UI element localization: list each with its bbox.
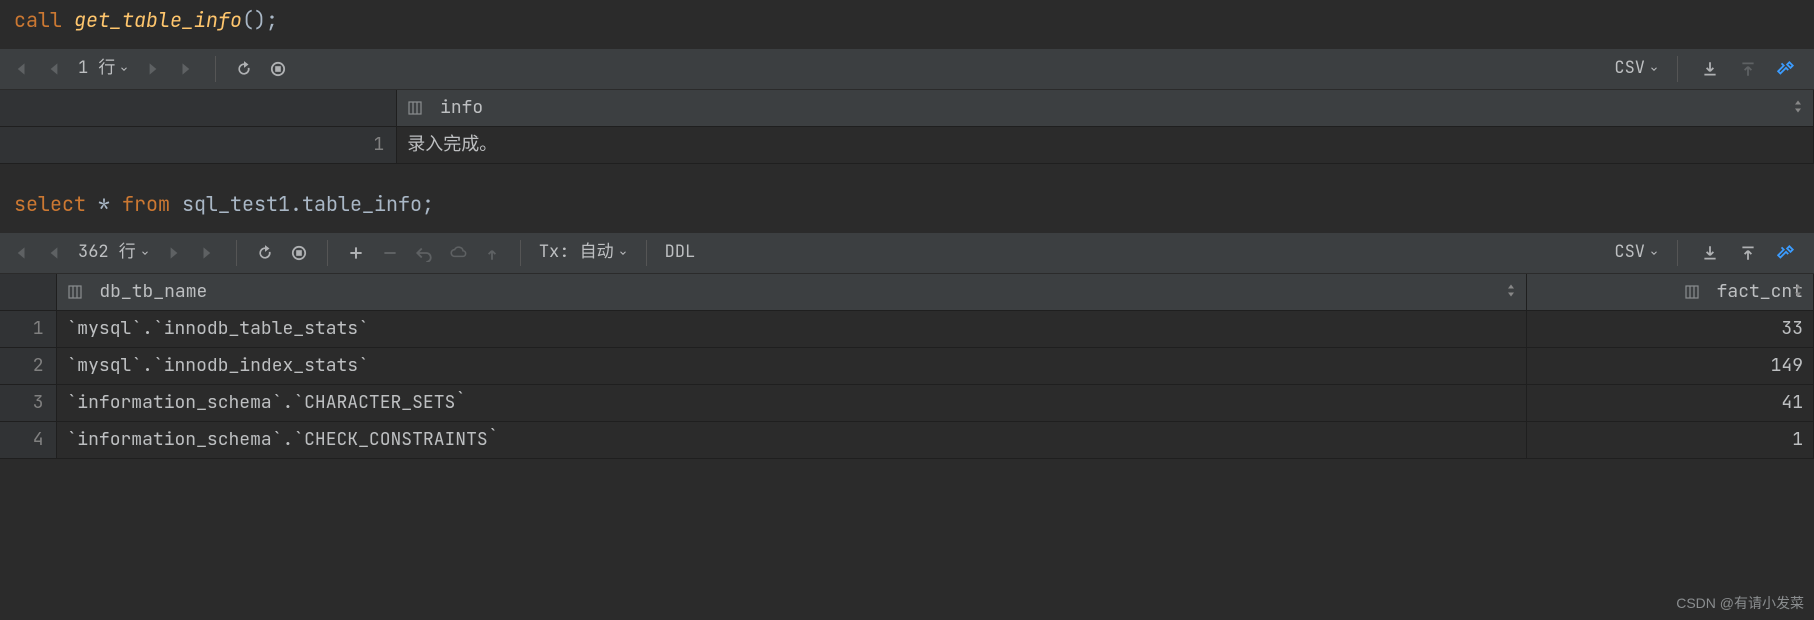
column-sort-icon[interactable] [1793,99,1803,118]
sql-keyword: call [14,7,62,33]
result-toolbar-2: 362 行 Tx: 自动 DDL CSV [0,232,1814,274]
column-header-db-tb-name[interactable]: db_tb_name [56,274,1526,311]
separator [1677,240,1678,266]
row-count-label: 1 行 [78,57,115,81]
reload-icon[interactable] [251,239,279,267]
column-icon [407,100,423,116]
cell-db-tb-name[interactable]: `information_schema`.`CHARACTER_SETS` [56,385,1526,422]
column-header-fact-cnt[interactable]: fact_cnt [1526,274,1814,311]
commit-icon[interactable] [478,239,506,267]
chevron-down-icon [1649,248,1659,258]
export-format-label: CSV [1614,241,1645,265]
sql-punct: ; [422,191,434,217]
header-row: info [0,90,1814,127]
upload-icon[interactable] [1734,55,1762,83]
cell-info[interactable]: 录入完成。 [397,127,1814,164]
column-header-label: fact_cnt [1717,280,1803,303]
cell-fact-cnt[interactable]: 33 [1526,311,1814,348]
separator [327,240,328,266]
column-icon [67,284,83,300]
prev-page-icon[interactable] [40,55,68,83]
row-number: 2 [0,348,56,385]
chevron-down-icon [1649,64,1659,74]
export-format-dropdown[interactable]: CSV [1614,241,1659,265]
sql-keyword: from [122,191,170,217]
reload-icon[interactable] [230,55,258,83]
cell-fact-cnt[interactable]: 1 [1526,422,1814,459]
sql-identifier: sql_test1.table_info [182,191,422,217]
tx-mode-label: Tx: 自动 [539,241,614,265]
prev-page-icon[interactable] [40,239,68,267]
next-page-icon[interactable] [160,239,188,267]
column-header-label: db_tb_name [99,280,207,303]
last-page-icon[interactable] [173,55,201,83]
stop-icon[interactable] [264,55,292,83]
table-row[interactable]: 2 `mysql`.`innodb_index_stats` 149 [0,348,1814,385]
row-number: 4 [0,422,56,459]
preview-changes-icon[interactable] [444,239,472,267]
download-icon[interactable] [1696,55,1724,83]
tx-mode-dropdown[interactable]: Tx: 自动 [535,241,632,265]
download-icon[interactable] [1696,239,1724,267]
result-grid-2: db_tb_name fact_cnt 1 `mysql`.`innodb_ta… [0,274,1814,459]
separator [646,240,647,266]
separator [236,240,237,266]
column-sort-icon[interactable] [1793,283,1803,302]
row-count-dropdown[interactable]: 1 行 [74,57,133,81]
cell-db-tb-name[interactable]: `information_schema`.`CHECK_CONSTRAINTS` [56,422,1526,459]
table-row[interactable]: 1 录入完成。 [0,127,1814,164]
header-row: db_tb_name fact_cnt [0,274,1814,311]
separator [1677,56,1678,82]
stop-icon[interactable] [285,239,313,267]
column-sort-icon[interactable] [1506,283,1516,302]
next-page-icon[interactable] [139,55,167,83]
chevron-down-icon [618,248,628,258]
result-toolbar-1: 1 行 CSV [0,48,1814,90]
chevron-down-icon [140,248,150,258]
separator [215,56,216,82]
column-header-info[interactable]: info [397,90,1814,127]
export-format-dropdown[interactable]: CSV [1614,57,1659,81]
row-number: 1 [0,311,56,348]
column-header-label: info [440,96,483,119]
result-grid-1: info 1 录入完成。 [0,90,1814,164]
first-page-icon[interactable] [6,55,34,83]
watermark: CSDN @有请小发菜 [1676,594,1804,614]
table-row[interactable]: 1 `mysql`.`innodb_table_stats` 33 [0,311,1814,348]
sql-punct: (); [242,7,278,33]
settings-icon[interactable] [1772,55,1800,83]
upload-icon[interactable] [1734,239,1762,267]
row-number: 3 [0,385,56,422]
remove-row-icon[interactable] [376,239,404,267]
ddl-label: DDL [665,241,696,265]
rownum-header [0,90,397,127]
settings-icon[interactable] [1772,239,1800,267]
export-format-label: CSV [1614,57,1645,81]
sql-keyword: select [14,191,86,217]
cell-fact-cnt[interactable]: 41 [1526,385,1814,422]
sql-function: get_table_info [74,7,242,33]
table-row[interactable]: 4 `information_schema`.`CHECK_CONSTRAINT… [0,422,1814,459]
last-page-icon[interactable] [194,239,222,267]
chevron-down-icon [119,64,129,74]
row-count-dropdown[interactable]: 362 行 [74,241,154,265]
rownum-header [0,274,56,311]
table-row[interactable]: 3 `information_schema`.`CHARACTER_SETS` … [0,385,1814,422]
sql-query-2: select * from sql_test1.table_info; [0,184,1814,232]
separator [520,240,521,266]
add-row-icon[interactable] [342,239,370,267]
first-page-icon[interactable] [6,239,34,267]
sql-star: * [98,191,110,217]
ddl-button[interactable]: DDL [661,241,700,265]
cell-fact-cnt[interactable]: 149 [1526,348,1814,385]
cell-db-tb-name[interactable]: `mysql`.`innodb_index_stats` [56,348,1526,385]
sql-query-1: call get_table_info(); [0,0,1814,48]
revert-icon[interactable] [410,239,438,267]
column-icon [1684,284,1700,300]
row-number: 1 [0,127,397,164]
row-count-label: 362 行 [78,241,136,265]
cell-db-tb-name[interactable]: `mysql`.`innodb_table_stats` [56,311,1526,348]
